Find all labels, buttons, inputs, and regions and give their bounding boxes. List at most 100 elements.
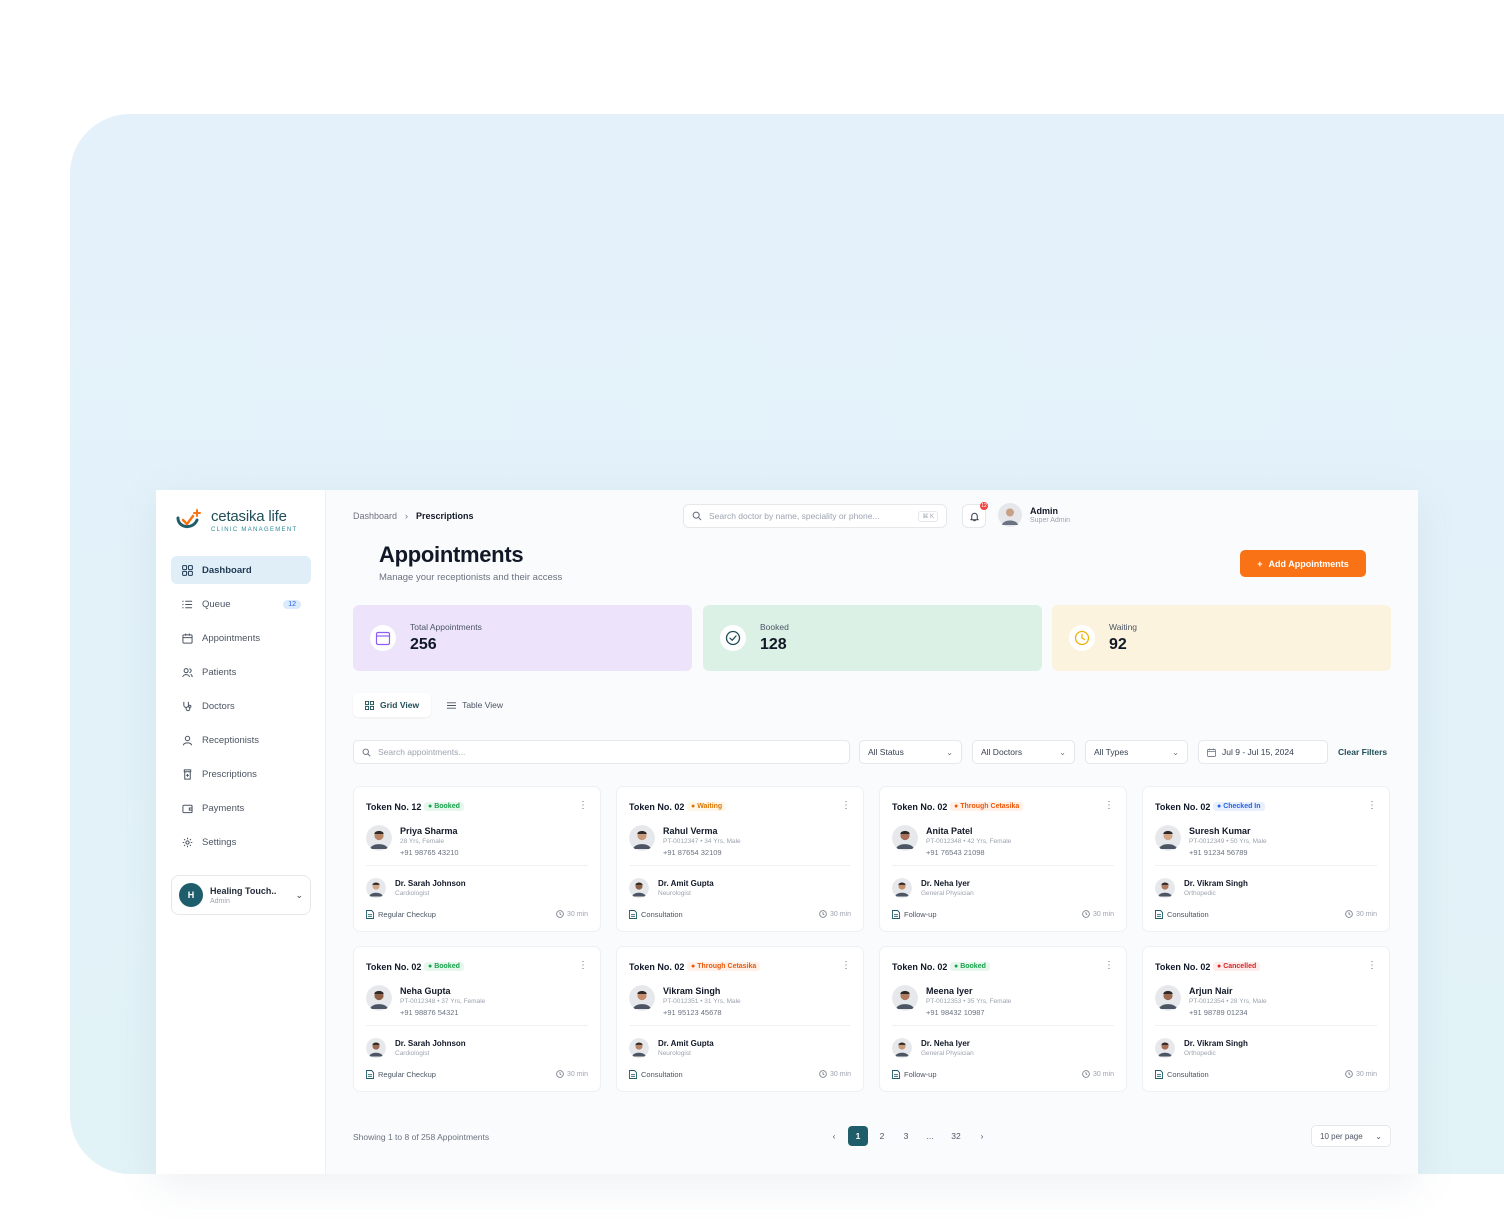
patient-avatar [1155, 825, 1181, 851]
patient-avatar [1155, 985, 1181, 1011]
sidebar-item-appointments[interactable]: Appointments [171, 624, 311, 652]
patient-avatar [366, 825, 392, 851]
sidebar-item-payments[interactable]: Payments [171, 794, 311, 822]
appointment-duration: 30 min [1345, 1070, 1377, 1078]
sidebar: cetasika life CLINIC MANAGEMENT Dashboar… [156, 490, 326, 1174]
clock-icon [1069, 625, 1095, 651]
sidebar-item-label: Patients [202, 666, 237, 678]
status-badge: ● Waiting [687, 802, 727, 811]
status-filter-select[interactable]: All Status ⌄ [859, 740, 962, 764]
doctor-name: Dr. Vikram Singh [1184, 879, 1248, 888]
appointment-card[interactable]: Token No. 02 ● Checked In ⋮ Suresh Kumar PT-… [1142, 786, 1390, 932]
document-icon [629, 1070, 637, 1079]
patient-name[interactable]: Rahul Verma [663, 826, 718, 836]
appointment-card[interactable]: Token No. 02 ● Booked ⋮ Meena Iyer PT-001235… [879, 946, 1127, 1092]
pagination: ‹ 1 2 3... 32 › [824, 1126, 992, 1146]
patient-phone: +91 76543 21098 [926, 848, 985, 857]
doctor-name: Dr. Sarah Johnson [395, 1039, 466, 1048]
chevron-down-icon: ⌄ [1375, 1131, 1382, 1141]
date-range-picker[interactable]: Jul 9 - Jul 15, 2024 [1198, 740, 1328, 764]
appointment-card[interactable]: Token No. 12 ● Booked ⋮ Priya Sharma 28 Yrs,… [353, 786, 601, 932]
token-number: Token No. 12 [366, 802, 422, 812]
appointment-search-placeholder: Search appointments... [378, 747, 466, 757]
page-button-1[interactable]: 1 [848, 1126, 868, 1146]
sidebar-item-prescriptions[interactable]: Prescriptions [171, 760, 311, 788]
patient-name[interactable]: Anita Patel [926, 826, 973, 836]
appointment-type: Regular Checkup [366, 910, 436, 919]
sidebar-item-patients[interactable]: Patients [171, 658, 311, 686]
appointment-card[interactable]: Token No. 02 ● Through Cetasika ⋮ Anita Pat… [879, 786, 1127, 932]
stat-label: Total Appointments [410, 622, 482, 632]
brand-logo[interactable]: cetasika life CLINIC MANAGEMENT [173, 506, 311, 536]
patient-name[interactable]: Priya Sharma [400, 826, 458, 836]
patient-name[interactable]: Meena Iyer [926, 986, 973, 996]
doctor-avatar [629, 1038, 649, 1058]
patient-name[interactable]: Suresh Kumar [1189, 826, 1251, 836]
token-number: Token No. 02 [1155, 962, 1211, 972]
more-options-icon[interactable]: ⋮ [578, 800, 588, 811]
sidebar-item-queue[interactable]: Queue 12 [171, 590, 311, 618]
sidebar-item-settings[interactable]: Settings [171, 828, 311, 856]
patient-phone: +91 98876 54321 [400, 1008, 459, 1017]
notifications-button[interactable]: 12 [962, 502, 988, 528]
patient-name[interactable]: Neha Gupta [400, 986, 451, 996]
more-options-icon[interactable]: ⋮ [578, 960, 588, 971]
breadcrumb-item-dashboard[interactable]: Dashboard [353, 511, 397, 521]
stat-value: 128 [760, 636, 787, 653]
appointment-search-input[interactable]: Search appointments... [353, 740, 850, 764]
sidebar-item-doctors[interactable]: Doctors [171, 692, 311, 720]
duration-label: 30 min [829, 910, 851, 918]
appointment-card[interactable]: Token No. 02 ● Booked ⋮ Neha Gupta PT-001234… [353, 946, 601, 1092]
clock-icon [1082, 1070, 1090, 1078]
global-search-placeholder: Search doctor by name, speciality or pho… [709, 511, 880, 521]
notification-count-badge: 12 [980, 502, 988, 510]
more-options-icon[interactable]: ⋮ [1104, 800, 1114, 811]
sidebar-item-dashboard[interactable]: Dashboard [171, 556, 311, 584]
appointment-card[interactable]: Token No. 02 ● Waiting ⋮ Rahul Verma PT-0012… [616, 786, 864, 932]
clear-filters-button[interactable]: Clear Filters [1338, 747, 1387, 757]
grid-view-tab[interactable]: Grid View [353, 693, 432, 717]
page-button-2[interactable]: 2 [872, 1126, 892, 1146]
clinic-switcher[interactable]: H Healing Touch.. Admin ⌄ [171, 875, 311, 915]
stethoscope-icon [181, 700, 193, 712]
patient-avatar [366, 985, 392, 1011]
appointment-card[interactable]: Token No. 02 ● Cancelled ⋮ Arjun Nair PT-001… [1142, 946, 1390, 1092]
patient-avatar [892, 825, 918, 851]
more-options-icon[interactable]: ⋮ [1367, 800, 1377, 811]
next-page-icon[interactable]: › [972, 1126, 992, 1146]
patient-meta: PT-0012353 • 35 Yrs, Female [926, 998, 1012, 1005]
add-appointment-button[interactable]: + Add Appointments [1240, 550, 1366, 577]
clock-icon [556, 910, 564, 918]
patient-name[interactable]: Vikram Singh [663, 986, 720, 996]
doctor-filter-select[interactable]: All Doctors ⌄ [972, 740, 1075, 764]
more-options-icon[interactable]: ⋮ [841, 960, 851, 971]
chevron-down-icon: ⌄ [946, 747, 953, 757]
more-options-icon[interactable]: ⋮ [841, 800, 851, 811]
search-icon [692, 511, 702, 521]
sidebar-item-receptionists[interactable]: Receptionists [171, 726, 311, 754]
per-page-select[interactable]: 10 per page ⌄ [1311, 1125, 1391, 1147]
pagination-ellipsis: ... [926, 1131, 934, 1141]
page-button-3[interactable]: 3 [896, 1126, 916, 1146]
type-filter-select[interactable]: All Types ⌄ [1085, 740, 1188, 764]
more-options-icon[interactable]: ⋮ [1367, 960, 1377, 971]
appointment-card[interactable]: Token No. 02 ● Through Cetasika ⋮ Vikram Si… [616, 946, 864, 1092]
clock-icon [1345, 910, 1353, 918]
grid-icon [365, 700, 374, 710]
global-search-input[interactable]: Search doctor by name, speciality or pho… [683, 504, 947, 528]
prev-page-icon[interactable]: ‹ [824, 1126, 844, 1146]
duration-label: 30 min [829, 1070, 851, 1078]
user-menu[interactable]: Admin Super Admin [998, 503, 1070, 527]
card-divider [1155, 865, 1377, 866]
status-filter-value: All Status [868, 747, 904, 757]
duration-label: 30 min [1092, 910, 1114, 918]
patient-name[interactable]: Arjun Nair [1189, 986, 1233, 996]
sidebar-item-label: Payments [202, 802, 245, 814]
more-options-icon[interactable]: ⋮ [1104, 960, 1114, 971]
page-button-32[interactable]: 32 [944, 1126, 968, 1146]
clock-icon [819, 910, 827, 918]
duration-label: 30 min [566, 1070, 588, 1078]
table-view-tab[interactable]: Table View [435, 693, 515, 717]
duration-label: 30 min [1355, 1070, 1377, 1078]
doctor-specialty: Orthopedic [1184, 890, 1216, 897]
